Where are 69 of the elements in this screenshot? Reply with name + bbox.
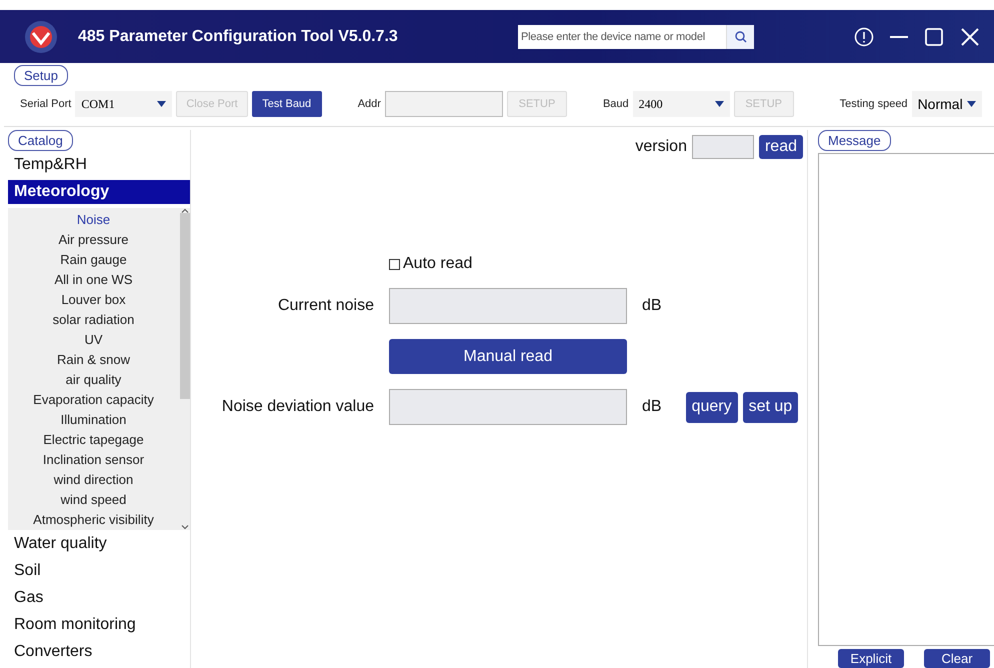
list-item[interactable]: Illumination <box>8 409 179 429</box>
dropdown[interactable]: COM1 <box>75 91 172 117</box>
message-button[interactable]: Clear <box>924 649 990 668</box>
info-icon <box>854 26 874 46</box>
category-item[interactable]: Water quality <box>8 530 190 557</box>
version-field[interactable] <box>692 135 754 159</box>
list-item[interactable]: All in one WS <box>8 269 179 289</box>
window-title: 485 Parameter Configuration Tool V5.0.7.3 <box>78 28 399 46</box>
maximize-button[interactable] <box>924 26 944 46</box>
section-label: Setup <box>14 65 68 86</box>
list-item[interactable]: Louver box <box>8 289 179 309</box>
list-item[interactable]: Noise <box>8 209 179 229</box>
logo-icon <box>24 20 58 54</box>
caret-icon <box>966 101 976 107</box>
scroll-up-icon[interactable] <box>180 208 188 213</box>
list-item[interactable]: Atmospheric visibility <box>8 509 179 529</box>
close-icon <box>960 26 980 46</box>
scrollbar[interactable] <box>179 208 190 530</box>
category-item[interactable]: Soil <box>8 557 190 584</box>
caret-icon <box>714 101 724 107</box>
message-button[interactable]: Explicit <box>838 649 904 668</box>
search-icon <box>734 30 746 42</box>
read-button[interactable]: read <box>758 135 803 159</box>
toolbar-button[interactable]: Test Baud <box>252 91 322 117</box>
category-item[interactable]: Gas <box>8 584 190 611</box>
list-item[interactable]: wind speed <box>8 489 179 509</box>
field-label: Current noise <box>278 297 374 315</box>
minimize-icon <box>890 36 908 38</box>
list-item[interactable]: Air pressure <box>8 229 179 249</box>
field-label: Noise deviation value <box>222 398 374 416</box>
field-label: Addr <box>358 98 381 110</box>
field-label: Baud <box>602 98 629 110</box>
dropdown[interactable]: Normal <box>912 91 982 117</box>
category-item[interactable]: Meteorology <box>8 180 190 204</box>
deviation-field[interactable] <box>389 389 627 425</box>
search-button[interactable] <box>726 24 754 48</box>
field-label: Testing speed <box>840 98 908 110</box>
dropdown[interactable]: 2400 <box>632 91 730 117</box>
input-field[interactable] <box>384 91 503 117</box>
info-button[interactable] <box>854 26 874 46</box>
scroll-down-icon[interactable] <box>180 525 188 530</box>
list-item[interactable]: Evaporation capacity <box>8 389 179 409</box>
category-item[interactable]: Temp&RH <box>8 151 190 178</box>
list-item[interactable]: UV <box>8 329 179 349</box>
current-noise-field[interactable] <box>389 288 627 324</box>
caret-icon <box>157 101 166 107</box>
maximize-icon <box>924 26 944 46</box>
category-item[interactable]: Converters <box>8 638 190 665</box>
category-item[interactable]: Room monitoring <box>8 611 190 638</box>
list-item[interactable]: Electric tapegage <box>8 429 179 449</box>
action-button[interactable]: query <box>686 392 738 422</box>
manual-read-button[interactable]: Manual read <box>389 339 627 374</box>
minimize-button[interactable] <box>890 36 908 38</box>
list-item[interactable]: Inclination sensor <box>8 449 179 469</box>
list-item[interactable]: Rain & snow <box>8 349 179 369</box>
field-label: Serial Port <box>20 98 72 110</box>
section-label: Catalog <box>8 130 73 151</box>
list-item[interactable]: solar radiation <box>8 309 179 329</box>
list-item[interactable]: Rain gauge <box>8 249 179 269</box>
close-button[interactable] <box>960 26 980 46</box>
version-label: version <box>635 138 687 156</box>
list-item[interactable]: wind direction <box>8 469 179 489</box>
unit-label: dB <box>642 297 663 315</box>
section-label: Message <box>818 130 891 151</box>
unit-label: dB <box>642 398 662 416</box>
action-button[interactable]: set up <box>742 392 798 422</box>
auto-read-checkbox[interactable]: Auto read <box>389 255 627 273</box>
search-field[interactable]: Please enter the device name or model <box>518 24 726 48</box>
list-item[interactable]: air quality <box>8 369 179 389</box>
